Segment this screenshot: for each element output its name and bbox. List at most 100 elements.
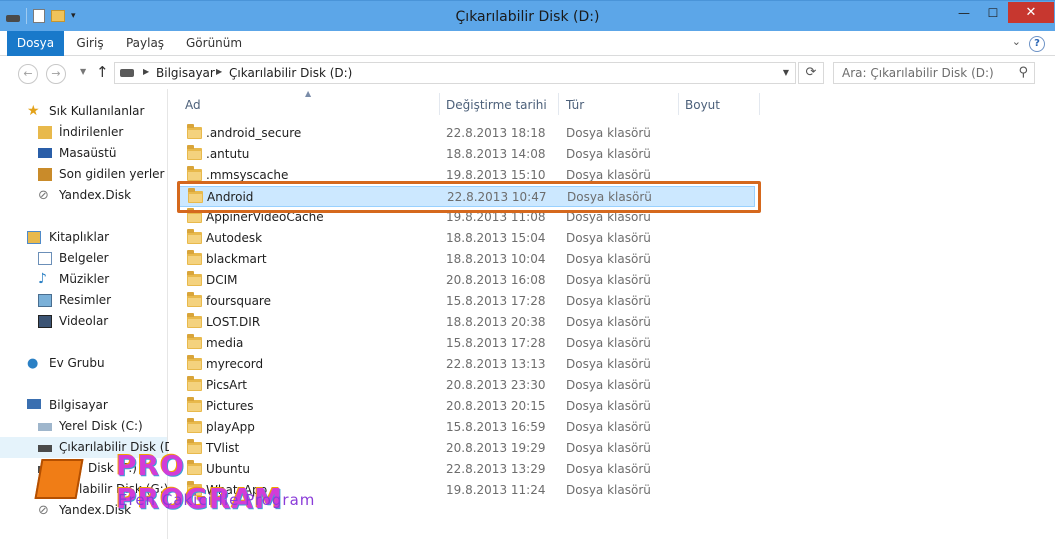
file-row[interactable]: LOST.DIR 18.8.2013 20:38 Dosya klasörü xyxy=(179,312,755,333)
nav-label: Yandex.Disk xyxy=(59,188,132,202)
breadcrumb-separator-icon[interactable]: ▶ xyxy=(216,67,222,76)
folder-icon xyxy=(187,250,202,265)
tab-view[interactable]: Görünüm xyxy=(186,31,242,56)
file-date: 20.8.2013 23:30 xyxy=(446,378,546,392)
libraries-icon xyxy=(27,231,41,244)
file-type: Dosya klasörü xyxy=(566,462,651,476)
file-date: 20.8.2013 19:29 xyxy=(446,441,546,455)
file-row[interactable]: blackmart 18.8.2013 10:04 Dosya klasörü xyxy=(179,249,755,270)
title-bar: ▾ Çıkarılabilir Disk (D:) — ☐ ✕ xyxy=(0,0,1055,31)
file-type: Dosya klasörü xyxy=(566,294,651,308)
nav-item-documents[interactable]: Belgeler xyxy=(0,248,167,269)
computer-icon xyxy=(27,399,41,409)
close-button[interactable]: ✕ xyxy=(1008,2,1054,23)
file-type: Dosya klasörü xyxy=(566,420,651,434)
nav-item-desktop[interactable]: Masaüstü xyxy=(0,143,167,164)
tab-share[interactable]: Paylaş xyxy=(125,31,165,56)
file-date: 22.8.2013 18:18 xyxy=(446,126,546,140)
breadcrumb-drive[interactable]: Çıkarılabilir Disk (D:) xyxy=(229,66,352,80)
folder-icon xyxy=(187,271,202,286)
breadcrumb-computer[interactable]: Bilgisayar xyxy=(156,66,215,80)
file-date: 22.8.2013 13:13 xyxy=(446,357,546,371)
file-date: 20.8.2013 20:15 xyxy=(446,399,546,413)
back-button[interactable]: ← xyxy=(18,64,38,84)
file-date: 20.8.2013 16:08 xyxy=(446,273,546,287)
column-header-date[interactable]: Değiştirme tarihi xyxy=(446,95,547,115)
file-type: Dosya klasörü xyxy=(566,483,651,497)
nav-label: Belgeler xyxy=(59,251,109,265)
music-icon: ♪ xyxy=(38,271,47,287)
forward-button[interactable]: → xyxy=(46,64,66,84)
file-name: .antutu xyxy=(206,147,250,161)
expand-ribbon-icon[interactable]: ⌄ xyxy=(1012,35,1021,48)
file-type: Dosya klasörü xyxy=(566,252,651,266)
nav-item-downloads[interactable]: İndirilenler xyxy=(0,122,167,143)
column-divider[interactable] xyxy=(558,93,559,115)
nav-computer[interactable]: Bilgisayar xyxy=(0,395,167,416)
column-header-name[interactable]: Ad xyxy=(185,95,201,115)
file-row[interactable]: Autodesk 18.8.2013 15:04 Dosya klasörü xyxy=(179,228,755,249)
folder-icon xyxy=(187,124,202,139)
column-header-type[interactable]: Tür xyxy=(566,95,584,115)
column-divider[interactable] xyxy=(759,93,760,115)
file-row[interactable]: PicsArt 20.8.2013 23:30 Dosya klasörü xyxy=(179,375,755,396)
column-divider[interactable] xyxy=(439,93,440,115)
breadcrumb-separator-icon[interactable]: ▶ xyxy=(143,67,149,76)
ribbon-tabs: Dosya Giriş Paylaş Görünüm ⌄ ? xyxy=(0,31,1055,56)
file-date: 15.8.2013 17:28 xyxy=(446,294,546,308)
refresh-button[interactable]: ⟳ xyxy=(798,62,824,84)
file-row[interactable]: playApp 15.8.2013 16:59 Dosya klasörü xyxy=(179,417,755,438)
search-icon[interactable]: ⚲ xyxy=(1018,65,1028,80)
help-button[interactable]: ? xyxy=(1029,36,1045,52)
nav-libraries[interactable]: Kitaplıklar xyxy=(0,227,167,248)
recent-locations-icon[interactable]: ▼ xyxy=(80,67,86,76)
file-date: 19.8.2013 11:24 xyxy=(446,483,546,497)
maximize-button[interactable]: ☐ xyxy=(979,2,1007,23)
file-row[interactable]: foursquare 15.8.2013 17:28 Dosya klasörü xyxy=(179,291,755,312)
folder-icon xyxy=(187,334,202,349)
file-row[interactable]: DCIM 20.8.2013 16:08 Dosya klasörü xyxy=(179,270,755,291)
documents-icon xyxy=(38,252,52,265)
recent-places-icon xyxy=(38,168,52,181)
file-name: foursquare xyxy=(206,294,271,308)
file-name: PicsArt xyxy=(206,378,248,392)
search-input[interactable]: Ara: Çıkarılabilir Disk (D:) ⚲ xyxy=(833,62,1035,84)
file-name: LOST.DIR xyxy=(206,315,261,329)
folder-icon xyxy=(187,418,202,433)
homegroup-icon: ● xyxy=(27,356,39,371)
watermark-logo-icon xyxy=(34,459,84,499)
nav-item-videos[interactable]: Videolar xyxy=(0,311,167,332)
file-row[interactable]: myrecord 22.8.2013 13:13 Dosya klasörü xyxy=(179,354,755,375)
address-bar[interactable]: ▶ Bilgisayar ▶ Çıkarılabilir Disk (D:) ▼ xyxy=(114,62,796,84)
file-row[interactable]: .android_secure 22.8.2013 18:18 Dosya klas… xyxy=(179,123,755,144)
file-type: Dosya klasörü xyxy=(566,231,651,245)
nav-item-drive-c[interactable]: Yerel Disk (C:) xyxy=(0,416,167,437)
column-header-size[interactable]: Boyut xyxy=(685,95,720,115)
nav-item-yandex[interactable]: ⊘ Yandex.Disk xyxy=(0,185,167,206)
star-icon: ★ xyxy=(27,103,40,119)
nav-label: Bilgisayar xyxy=(49,398,108,412)
tab-home[interactable]: Giriş xyxy=(75,31,105,56)
up-button[interactable]: ↑ xyxy=(96,63,109,81)
nav-favorites[interactable]: ★ Sık Kullanılanlar xyxy=(0,101,167,122)
nav-item-pictures[interactable]: Resimler xyxy=(0,290,167,311)
nav-item-recent[interactable]: Son gidilen yerler xyxy=(0,164,167,185)
folder-icon xyxy=(187,376,202,391)
file-row[interactable]: Pictures 20.8.2013 20:15 Dosya klasörü xyxy=(179,396,755,417)
local-disk-icon xyxy=(38,423,52,431)
nav-label: Ev Grubu xyxy=(49,356,105,370)
file-row[interactable]: .antutu 18.8.2013 14:08 Dosya klasörü xyxy=(179,144,755,165)
tab-file[interactable]: Dosya xyxy=(7,31,64,56)
column-divider[interactable] xyxy=(678,93,679,115)
nav-label: İndirilenler xyxy=(59,125,124,139)
file-type: Dosya klasörü xyxy=(566,441,651,455)
minimize-button[interactable]: — xyxy=(950,2,978,23)
pictures-icon xyxy=(38,294,52,307)
downloads-folder-icon xyxy=(38,126,52,139)
file-date: 18.8.2013 14:08 xyxy=(446,147,546,161)
address-dropdown-icon[interactable]: ▼ xyxy=(783,68,789,77)
file-type: Dosya klasörü xyxy=(566,273,651,287)
file-row[interactable]: media 15.8.2013 17:28 Dosya klasörü xyxy=(179,333,755,354)
nav-item-music[interactable]: ♪ Müzikler xyxy=(0,269,167,290)
nav-homegroup[interactable]: ● Ev Grubu xyxy=(0,353,167,374)
